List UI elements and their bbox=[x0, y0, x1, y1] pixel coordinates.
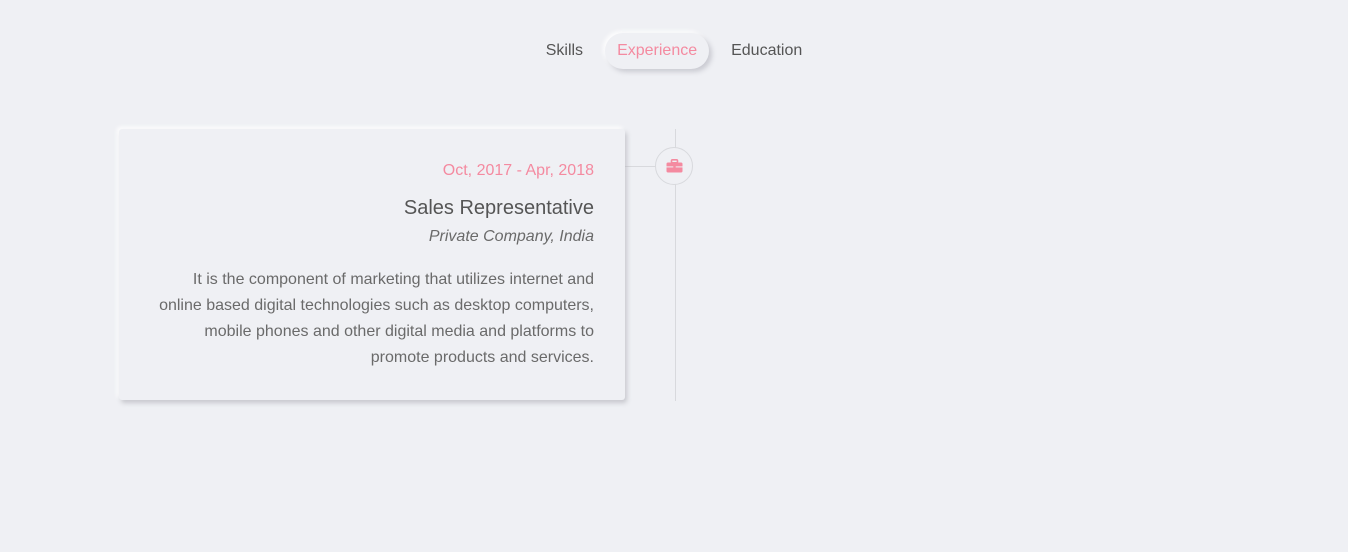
resume-tabs: Skills Experience Education bbox=[0, 33, 1348, 69]
timeline-node bbox=[655, 147, 693, 185]
experience-title: Sales Representative bbox=[403, 197, 594, 219]
briefcase-icon bbox=[666, 159, 683, 173]
page: Skills Experience Education Oct, 2017 - … bbox=[0, 0, 1348, 552]
tab-experience[interactable]: Experience bbox=[605, 33, 710, 69]
experience-company: Private Company, India bbox=[428, 228, 594, 245]
experience-description: It is the component of marketing that ut… bbox=[159, 271, 594, 366]
experience-card: Oct, 2017 - Apr, 2018 Sales Representati… bbox=[119, 129, 625, 400]
timeline-connector bbox=[625, 166, 656, 167]
tab-education[interactable]: Education bbox=[719, 33, 814, 69]
experience-date: Oct, 2017 - Apr, 2018 bbox=[442, 162, 594, 179]
tab-skills[interactable]: Skills bbox=[534, 33, 595, 69]
